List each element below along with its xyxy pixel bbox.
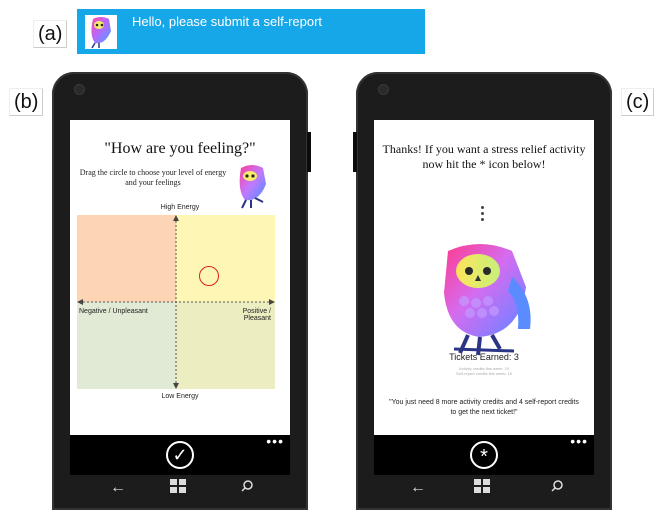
thanks-message: Thanks! If you want a stress relief acti… (382, 142, 586, 171)
owl-illustration (444, 244, 531, 356)
panel-label-a: (a) (33, 20, 68, 48)
mood-selector-circle[interactable] (199, 266, 219, 286)
owl-icon (239, 165, 266, 209)
negative-label: Negative / Unpleasant (79, 308, 148, 315)
app-bar: ✓ ••• (70, 433, 290, 475)
encouragement-message: "You just need 8 more activity credits a… (389, 399, 579, 416)
high-energy-label: High Energy (160, 204, 200, 211)
thanks-screen: Thanks! If you want a stress relief acti… (374, 120, 594, 435)
positive-label: Positive / Pleasant (242, 308, 271, 322)
loading-dots-icon (481, 206, 485, 224)
windows-icon[interactable] (170, 479, 186, 498)
self-report-screen: "How are you feeling?" Drag the circle t… (70, 120, 290, 435)
mood-grid[interactable]: Negative / Unpleasant Positive / Pleasan… (77, 215, 275, 389)
phone-c: Thanks! If you want a stress relief acti… (353, 72, 612, 510)
more-button[interactable]: ••• (266, 433, 284, 449)
search-icon[interactable] (240, 479, 254, 498)
camera-icon (378, 84, 389, 95)
asterisk-icon[interactable]: * (470, 441, 498, 469)
back-button[interactable]: ← (410, 479, 426, 497)
phone-b: "How are you feeling?" Drag the circle t… (52, 72, 311, 510)
panel-label-b: (b) (9, 88, 44, 116)
notification-message: Hello, please submit a self-report (132, 14, 323, 29)
nav-bar: ← (70, 475, 290, 505)
page-title: "How are you feeling?" (104, 140, 256, 157)
panel-label-c: (c) (621, 88, 655, 116)
notification-banner[interactable]: Hello, please submit a self-report (77, 9, 425, 54)
side-button (307, 132, 311, 172)
axes (77, 215, 275, 389)
app-bar: * ••• (374, 433, 594, 475)
check-icon[interactable]: ✓ (166, 441, 194, 469)
side-button (353, 132, 357, 172)
more-button[interactable]: ••• (570, 433, 588, 449)
windows-icon[interactable] (474, 479, 490, 498)
back-button[interactable]: ← (110, 479, 126, 497)
low-energy-label: Low Energy (161, 393, 199, 400)
search-icon[interactable] (550, 479, 564, 498)
tickets-earned: Tickets Earned: 3 (449, 352, 519, 362)
selfreport-credits: Self-report credits this week: 16 (455, 371, 513, 376)
owl-icon (85, 15, 117, 49)
instructions: Drag the circle to choose your level of … (79, 168, 227, 187)
nav-bar: ← (374, 475, 594, 505)
camera-icon (74, 84, 85, 95)
